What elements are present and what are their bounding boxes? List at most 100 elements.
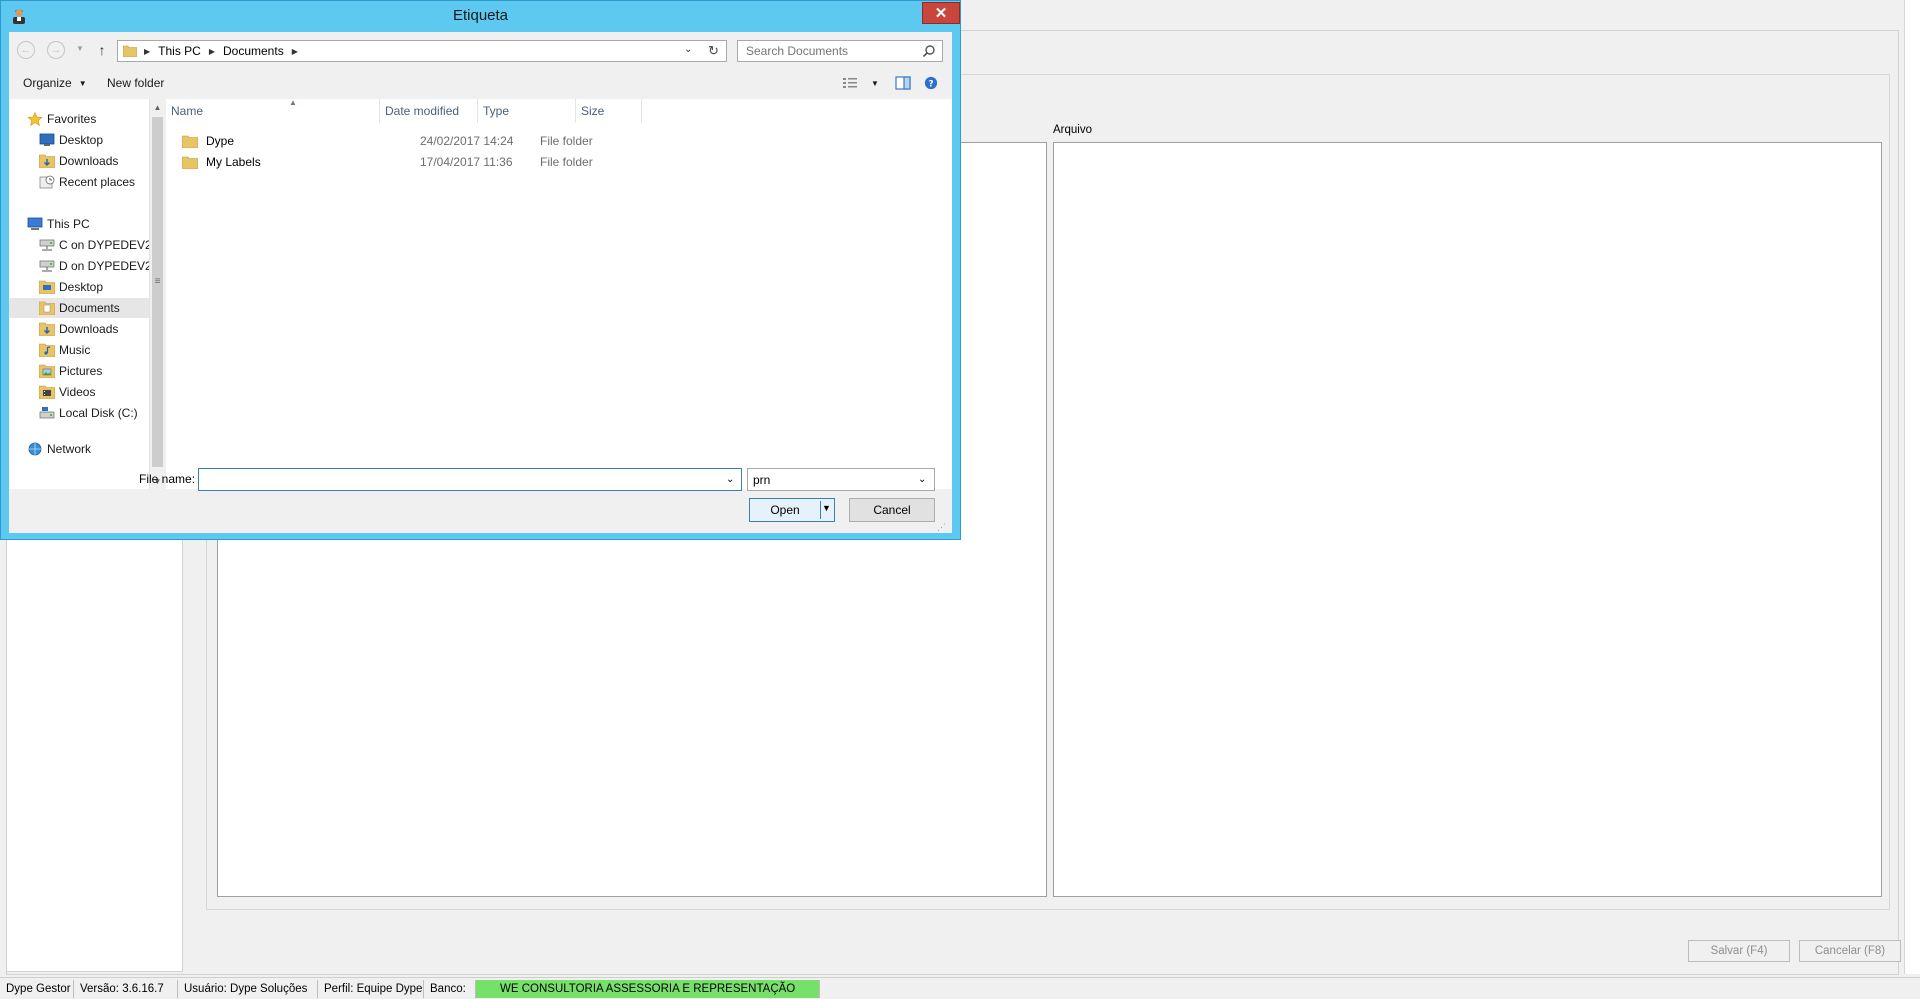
arquivo-text-area[interactable] [1053,142,1882,897]
arquivo-label: Arquivo [1053,124,1092,136]
save-button[interactable]: Salvar (F4) [1688,940,1790,962]
file-name: My Labels [206,155,261,169]
status-db-value: WE CONSULTORIA ASSESSORIA E REPRESENTAÇÃ… [476,979,821,998]
column-header-type[interactable]: Type [478,99,576,123]
network-drive-icon [39,260,55,272]
close-button[interactable]: ✕ [922,2,960,24]
view-dropdown-icon[interactable]: ▼ [871,79,879,88]
nav-item-label: Recent places [59,175,136,189]
nav-item-label: Videos [59,385,96,399]
navigation-scrollbar[interactable]: ▲ ≡ ▼ [149,99,164,489]
breadcrumb-separator-icon: ▶ [144,46,151,56]
column-header-size[interactable]: Size [576,99,642,123]
column-header-label: Size [581,104,605,118]
nav-item-recent-places[interactable]: Recent places [9,172,149,192]
nav-item-downloads-pc[interactable]: Downloads [9,319,149,339]
breadcrumb-documents[interactable]: Documents [223,44,284,58]
breadcrumb-this-pc[interactable]: This PC [158,44,201,58]
status-db-label: Banco: [424,979,476,998]
chevron-down-icon: ⌄ [918,474,927,485]
dialog-toolbar: Organize ▼ New folder ▼ ? [9,70,952,96]
status-profile: Perfil: Equipe Dype [318,979,424,998]
new-folder-button[interactable]: New folder [107,76,164,90]
status-version: Versão: 3.6.16.7 [74,979,178,998]
nav-item-desktop-pc[interactable]: Desktop [9,277,149,297]
nav-item-label: D on DYPEDEV20 [59,259,149,273]
nav-item-music[interactable]: Music [9,340,149,360]
file-name-input[interactable] [199,469,719,490]
nav-item-d-drive[interactable]: D on DYPEDEV20 [9,256,149,276]
search-icon[interactable] [922,44,936,58]
nav-item-label: Desktop [59,133,104,147]
file-row[interactable]: Dype 24/02/2017 14:24 File folder [166,131,952,152]
nav-item-desktop[interactable]: Desktop [9,130,149,150]
nav-item-label: C on DYPEDEV20 [59,238,149,252]
up-button[interactable]: ↑ [95,41,109,59]
close-icon: ✕ [934,5,948,22]
status-user: Usuário: Dype Soluções [178,979,318,998]
nav-item-videos[interactable]: Videos [9,382,149,402]
chevron-down-icon: ▼ [78,78,87,88]
scroll-grip-icon: ≡ [154,276,161,287]
column-header-date[interactable]: Date modified [380,99,478,123]
app-left-panel [6,530,183,972]
open-button[interactable]: Open ▼ [749,498,835,522]
nav-item-network[interactable]: Network [9,439,149,459]
navigation-pane: Favorites Desktop Downloads Recent place… [9,99,164,489]
nav-item-label: Documents [59,301,120,315]
file-name-combo: ⌄ [198,468,742,491]
nav-item-favorites[interactable]: Favorites [9,109,149,129]
back-button[interactable]: ← [17,41,35,59]
file-open-dialog: Etiqueta ✕ ← → ▼ ↑ ▶ This PC ▶ Documents… [0,0,961,540]
address-bar[interactable]: ▶ This PC ▶ Documents ▶ ⌄ ↻ [117,40,727,62]
file-type-value: prn [753,472,771,487]
folder-icon [39,280,55,294]
videos-icon [39,385,55,399]
column-header-name[interactable]: Name ▲ [166,98,380,123]
chevron-down-icon[interactable]: ⌄ [726,474,734,485]
network-icon [28,442,42,456]
nav-item-pictures[interactable]: Pictures [9,361,149,381]
recent-places-icon [39,175,55,189]
nav-item-label: This PC [47,217,90,231]
column-header-label: Name [171,104,204,118]
file-type-select[interactable]: prn ⌄ [747,468,935,491]
recent-locations-dropdown-icon[interactable]: ▼ [76,44,84,53]
nav-item-c-drive[interactable]: C on DYPEDEV20 [9,235,149,255]
help-icon[interactable]: ? [923,76,939,90]
dialog-titlebar[interactable]: Etiqueta ✕ [1,1,960,32]
network-drive-icon [39,239,55,251]
up-arrow-icon: ↑ [98,42,106,58]
view-options-icon[interactable] [842,76,858,90]
dialog-body: ← → ▼ ↑ ▶ This PC ▶ Documents ▶ ⌄ ↻ Sear… [9,32,952,533]
folder-location-icon [123,45,137,57]
file-row[interactable]: My Labels 17/04/2017 11:36 File folder [166,152,952,173]
organize-button[interactable]: Organize ▼ [23,76,87,90]
preview-pane-icon[interactable] [895,76,911,90]
cancel-edit-button[interactable]: Cancelar (F8) [1799,940,1901,962]
app-right-edge [1904,0,1920,974]
nav-item-downloads[interactable]: Downloads [9,151,149,171]
file-date: 17/04/2017 11:36 [420,155,513,169]
dialog-title: Etiqueta [452,7,509,24]
address-history-chevron-icon[interactable]: ⌄ [684,44,692,55]
scroll-up-icon[interactable]: ▲ [150,99,164,115]
search-input[interactable] [738,41,918,61]
status-app-name: Dype Gestor [0,979,74,998]
forward-button[interactable]: → [47,41,65,59]
pictures-icon [39,364,55,378]
cancel-button[interactable]: Cancel [849,498,935,522]
nav-item-label: Pictures [59,364,103,378]
sort-ascending-icon: ▲ [289,98,297,107]
refresh-icon[interactable]: ↻ [708,43,719,59]
nav-item-documents[interactable]: Documents [9,298,149,318]
svg-text:?: ? [928,80,933,90]
computer-icon [27,217,43,230]
open-options-dropdown-icon[interactable]: ▼ [822,503,831,513]
resize-grip-icon[interactable]: ⋰ [937,522,946,533]
nav-item-local-disk[interactable]: Local Disk (C:) [9,403,149,423]
file-name: Dype [206,134,235,148]
nav-item-this-pc[interactable]: This PC [9,214,149,234]
scrollbar-thumb[interactable]: ≡ [152,117,163,467]
back-arrow-icon: ← [20,44,32,56]
